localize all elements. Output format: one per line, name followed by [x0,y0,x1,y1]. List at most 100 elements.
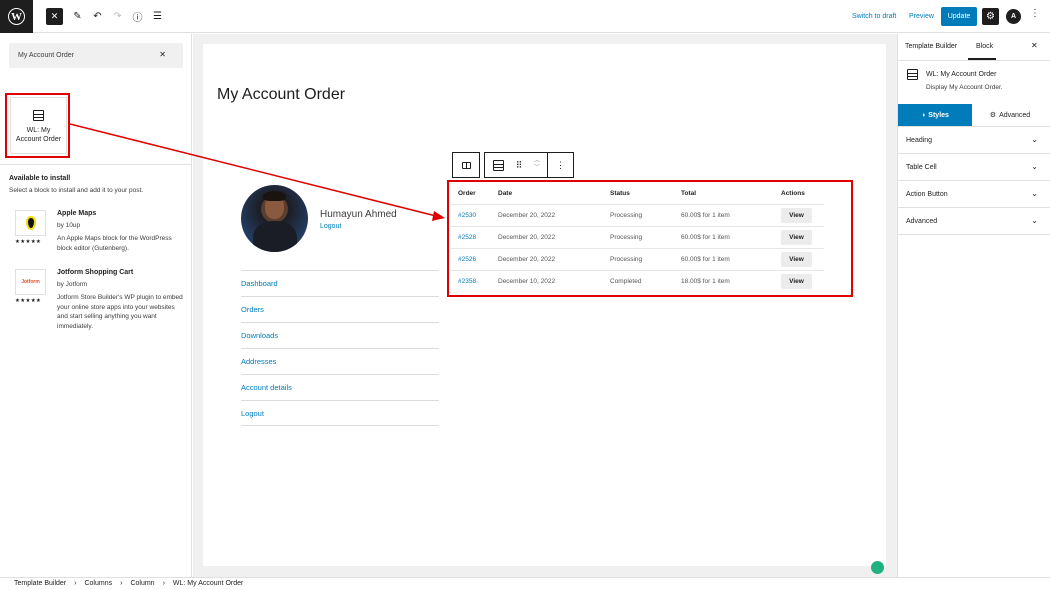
close-inserter-icon[interactable]: ✕ [46,8,63,25]
switch-to-draft-link[interactable]: Switch to draft [852,13,896,20]
close-sidebar-icon[interactable]: ✕ [1031,41,1038,50]
tab-styles-label: Styles [928,111,949,119]
panel-title: Table Cell [906,164,937,171]
styles-icon: ◑ [921,111,926,119]
block-search-input[interactable]: My Account Order ✕ [9,43,183,68]
tab-block[interactable]: Block [976,43,993,50]
block-inserter-panel: My Account Order ✕ WL: My Account Order … [0,34,192,577]
panel-action-button[interactable]: Action Button ⌄ [898,181,1050,208]
tab-template-builder[interactable]: Template Builder [905,43,957,50]
page-title[interactable]: My Account Order [217,86,345,104]
drag-handle-icon[interactable]: ⠿ [511,153,527,177]
panel-title: Action Button [906,191,948,198]
order-status: Completed [610,269,681,292]
map-pin-icon [25,216,36,230]
user-name: Humayun Ahmed [320,209,397,220]
order-total: 60.00$ for 1 item [681,247,781,270]
chevron-down-icon: ⌄ [1031,189,1038,198]
select-parent-button[interactable] [453,153,479,177]
tab-advanced[interactable]: ⚙ Advanced [973,104,1047,126]
order-link[interactable]: #2528 [458,234,476,241]
list-view-icon[interactable]: ☰ [149,8,166,25]
table-row: #2530 December 20, 2022 Processing 60.00… [451,203,824,226]
plugin-logo-icon[interactable]: A [1006,9,1021,24]
clear-search-icon[interactable]: ✕ [159,50,166,59]
block-toolbar: ⠿ ︿ ﹀ ⋮ [452,152,574,178]
avatar-hair [263,191,286,201]
undo-icon[interactable]: ↶ [89,8,106,25]
update-button[interactable]: Update [941,7,977,26]
block-card-description: Display My Account Order. [926,84,1003,91]
nav-item-downloads[interactable]: Downloads [241,322,439,348]
order-link[interactable]: #2358 [458,278,476,285]
available-to-install-title: Available to install [9,175,71,182]
column-header-date: Date [498,190,513,198]
order-date: December 20, 2022 [498,203,610,226]
nav-item-addresses[interactable]: Addresses [241,348,439,374]
chevron-down-icon: ⌄ [1031,135,1038,144]
wordpress-logo-icon: W [8,8,25,25]
panel-table-cell[interactable]: Table Cell ⌄ [898,154,1050,181]
plugin-name: Apple Maps [57,210,97,217]
table-block-icon [33,110,44,121]
order-total: 60.00$ for 1 item [681,203,781,226]
move-up-down-control[interactable]: ︿ ﹀ [527,153,547,177]
plugin-description: An Apple Maps block for the WordPress bl… [57,235,172,252]
nav-item-account-details[interactable]: Account details [241,374,439,400]
settings-gear-icon[interactable]: ⚙ [982,8,999,25]
panel-heading[interactable]: Heading ⌄ [898,127,1050,154]
gear-icon: ⚙ [989,112,997,119]
details-info-icon[interactable]: ⓘ [129,8,146,25]
user-logout-link[interactable]: Logout [320,223,341,230]
tab-styles[interactable]: ◑ Styles [898,104,972,126]
block-type-button[interactable] [485,153,511,177]
view-order-button[interactable]: View [781,207,812,223]
columns-icon [461,161,471,169]
nav-item-orders[interactable]: Orders [241,296,439,322]
nav-item-logout[interactable]: Logout [241,400,439,426]
view-order-button[interactable]: View [781,251,812,267]
plugin-author: by 10up [57,222,81,229]
order-link[interactable]: #2530 [458,212,476,219]
view-order-button[interactable]: View [781,229,812,245]
more-options-icon[interactable]: ⋮ [1030,8,1040,19]
rating-stars: ★★★★★ [15,239,42,245]
breadcrumb-item[interactable]: Columns [84,580,112,587]
order-status: Processing [610,247,681,270]
preview-link[interactable]: Preview [909,13,934,20]
block-options-icon[interactable]: ⋮ [547,153,573,177]
column-header-order: Order [458,190,476,198]
plugin-description: Jotform Store Builder's WP plugin to emb… [57,294,183,330]
breadcrumb-separator-icon: › [120,580,123,587]
block-result-label: WL: My Account Order [15,127,62,143]
table-header-row: Order Date Status Total Actions [451,184,824,204]
breadcrumb-separator-icon: › [74,580,77,587]
breadcrumb-item[interactable]: Template Builder [14,580,66,587]
order-date: December 10, 2022 [498,269,610,292]
table-row: #2526 December 20, 2022 Processing 60.00… [451,247,824,270]
order-date: December 20, 2022 [498,247,610,270]
chevron-down-icon[interactable]: ﹀ [534,165,540,172]
order-date: December 20, 2022 [498,225,610,248]
wordpress-logo-button[interactable]: W [0,0,33,33]
order-link[interactable]: #2526 [458,256,476,263]
order-status: Processing [610,203,681,226]
grammar-check-icon[interactable] [871,561,884,574]
rating-stars: ★★★★★ [15,298,42,304]
view-order-button[interactable]: View [781,273,812,289]
table-block-icon [492,159,504,171]
nav-item-dashboard[interactable]: Dashboard [241,270,439,296]
column-header-actions: Actions [781,190,805,198]
apple-maps-thumbnail [15,210,46,236]
breadcrumb-item[interactable]: Column [130,580,154,587]
chevron-up-icon[interactable]: ︿ [534,158,540,165]
jotform-logo-text: Jotform [21,279,40,285]
editor-top-bar: W ✕ ✎ ↶ ↷ ⓘ ☰ Switch to draft Preview Up… [0,0,1050,33]
avatar [241,185,308,252]
panel-advanced[interactable]: Advanced ⌄ [898,208,1050,235]
avatar-body [253,221,297,252]
block-result-my-account-order[interactable]: WL: My Account Order [10,97,67,154]
pencil-tools-icon[interactable]: ✎ [69,8,86,25]
redo-icon[interactable]: ↷ [109,8,126,25]
jotform-thumbnail: Jotform [15,269,46,295]
